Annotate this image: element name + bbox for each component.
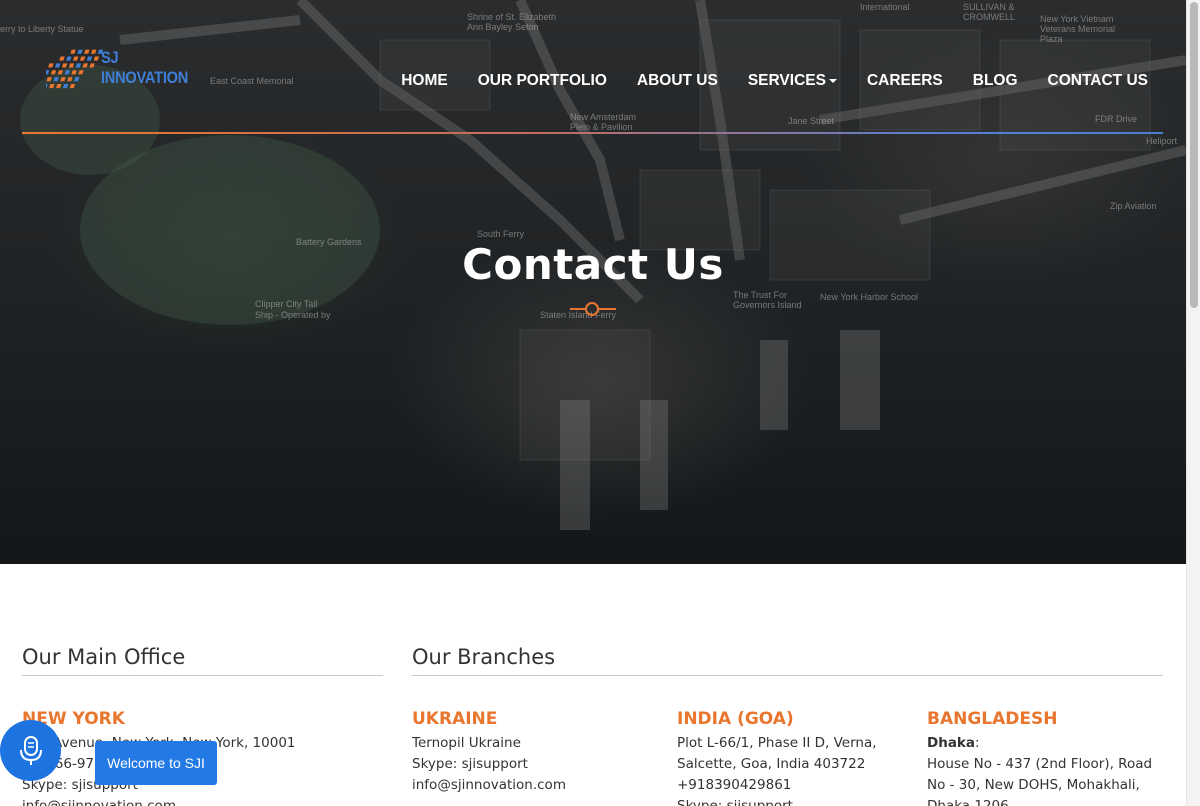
- logo-dot: [86, 56, 93, 61]
- city-name: Dhaka: [927, 735, 976, 751]
- nav-item-blog[interactable]: BLOG: [958, 70, 1033, 92]
- header-divider: [22, 132, 1163, 134]
- chat-launcher-button[interactable]: [0, 720, 61, 781]
- brand-name: SJ INNOVATION: [100, 48, 188, 87]
- map-label: Jane Street: [788, 116, 835, 126]
- nav-item-home[interactable]: HOME: [386, 70, 463, 92]
- logo-dot: [61, 63, 68, 68]
- nav-item-our-portfolio[interactable]: OUR PORTFOLIO: [463, 70, 622, 92]
- logo-dot: [59, 56, 65, 61]
- logo-dot: [75, 63, 82, 68]
- map-label: erry to Liberty Statue: [0, 24, 84, 34]
- email-line: info@sjinnovation.com: [22, 798, 176, 806]
- logo-dot: [79, 56, 86, 61]
- map-label: South Ferry: [477, 229, 525, 239]
- logo-dot: [82, 63, 88, 68]
- city-colon: :: [975, 735, 980, 751]
- map-label: New York Harbor School: [820, 292, 919, 302]
- logo-dot: [73, 77, 80, 82]
- map-label: Heliport: [1146, 136, 1178, 146]
- page-scrollbar[interactable]: [1186, 0, 1200, 806]
- skype-line: Skype: sjisupport: [677, 798, 793, 806]
- logo-dot: [49, 84, 55, 89]
- logo-dot: [53, 77, 59, 82]
- logo-dot: [62, 84, 69, 89]
- address-line: Plot L-66/1, Phase II D, Verna,: [677, 735, 877, 751]
- logo-dot: [70, 49, 76, 54]
- logo-dot: [46, 84, 48, 89]
- map-label: East Coast Memorial: [210, 76, 294, 86]
- nav-item-services[interactable]: SERVICES: [733, 70, 852, 92]
- office-title-india-goa: INDIA (GOA): [677, 709, 794, 729]
- phone-line: +918390429861: [677, 777, 792, 793]
- microphone-icon: [19, 735, 42, 765]
- logo-dot: [93, 56, 100, 61]
- email-line[interactable]: info@sjinnovation.com: [412, 775, 566, 796]
- logo-dot: [54, 63, 61, 68]
- logo-dot: [46, 70, 50, 75]
- office-details-ukraine: Ternopil Ukraine Skype: sjisupport info@…: [412, 733, 566, 796]
- logo-dot: [67, 77, 73, 82]
- scrollbar-thumb[interactable]: [1190, 2, 1198, 308]
- office-details-bangladesh: Dhaka: House No - 437 (2nd Floor), Road …: [927, 733, 1152, 806]
- city-sublabel: Dhaka:: [927, 733, 1152, 754]
- map-label: New Amsterdam Plein & Pavilion: [570, 112, 637, 132]
- office-title-ukraine: UKRAINE: [412, 709, 498, 729]
- address-line: No - 30, New DOHS, Mohakhali,: [927, 777, 1140, 793]
- nav-item-contact-us[interactable]: CONTACT US: [1033, 70, 1148, 92]
- logo-dot: [69, 84, 76, 89]
- address-line: Salcette, Goa, India 403722: [677, 756, 866, 772]
- skype-line: Skype: sjisupport: [412, 756, 528, 772]
- logo-dot: [46, 77, 52, 82]
- map-label: International: [860, 2, 910, 12]
- main-office-heading: Our Main Office: [22, 645, 383, 676]
- main-nav: HOME OUR PORTFOLIO ABOUT US SERVICES CAR…: [386, 70, 1148, 92]
- map-label: Clipper City Tall Ship - Operated by: [255, 299, 331, 320]
- brand-logo[interactable]: SJ INNOVATION: [46, 42, 216, 94]
- address-line: Dhaka 1206: [927, 798, 1009, 806]
- office-details-india-goa: Plot L-66/1, Phase II D, Verna, Salcette…: [677, 733, 877, 806]
- title-ornament-icon: [570, 302, 616, 316]
- nav-item-careers[interactable]: CAREERS: [852, 70, 958, 92]
- branches-heading: Our Branches: [412, 645, 1163, 676]
- map-label: SULLIVAN & CROMWELL: [963, 2, 1016, 22]
- logo-dot: [50, 70, 57, 75]
- logo-dot: [90, 49, 97, 54]
- map-label: The Trust For Governors Island: [733, 290, 802, 310]
- logo-dot: [78, 70, 84, 75]
- logo-dot: [68, 63, 75, 68]
- logo-dot: [71, 70, 77, 75]
- nav-item-about-us[interactable]: ABOUT US: [622, 70, 733, 92]
- logo-dot: [89, 63, 95, 68]
- logo-dot: [57, 70, 64, 75]
- logo-dot: [66, 56, 72, 61]
- logo-dot: [84, 49, 90, 54]
- address-line: House No - 437 (2nd Floor), Road: [927, 756, 1153, 772]
- chat-welcome-button[interactable]: Welcome to SJI: [95, 741, 217, 785]
- logo-mark-icon: [46, 49, 103, 89]
- map-label: Shrine of St. Elizabeth Ann Bayley Seton: [467, 12, 557, 32]
- map-label: New York Vietnam Veterans Memorial Plaza: [1040, 14, 1116, 44]
- map-label: FDR Drive: [1095, 114, 1137, 124]
- page-title: Contact Us: [462, 240, 724, 289]
- logo-dot: [72, 56, 79, 61]
- address-line: Ternopil Ukraine: [412, 735, 521, 751]
- hero-banner: erry to Liberty Statue Shrine of St. Eli…: [0, 0, 1186, 564]
- logo-dot: [48, 63, 54, 68]
- map-label: Zip Aviation: [1110, 201, 1157, 211]
- logo-dot: [55, 84, 62, 89]
- logo-dot: [77, 49, 83, 54]
- office-title-bangladesh: BANGLADESH: [927, 709, 1058, 729]
- logo-dot: [64, 70, 70, 75]
- caret-down-icon: [828, 78, 837, 83]
- logo-dot: [60, 77, 66, 82]
